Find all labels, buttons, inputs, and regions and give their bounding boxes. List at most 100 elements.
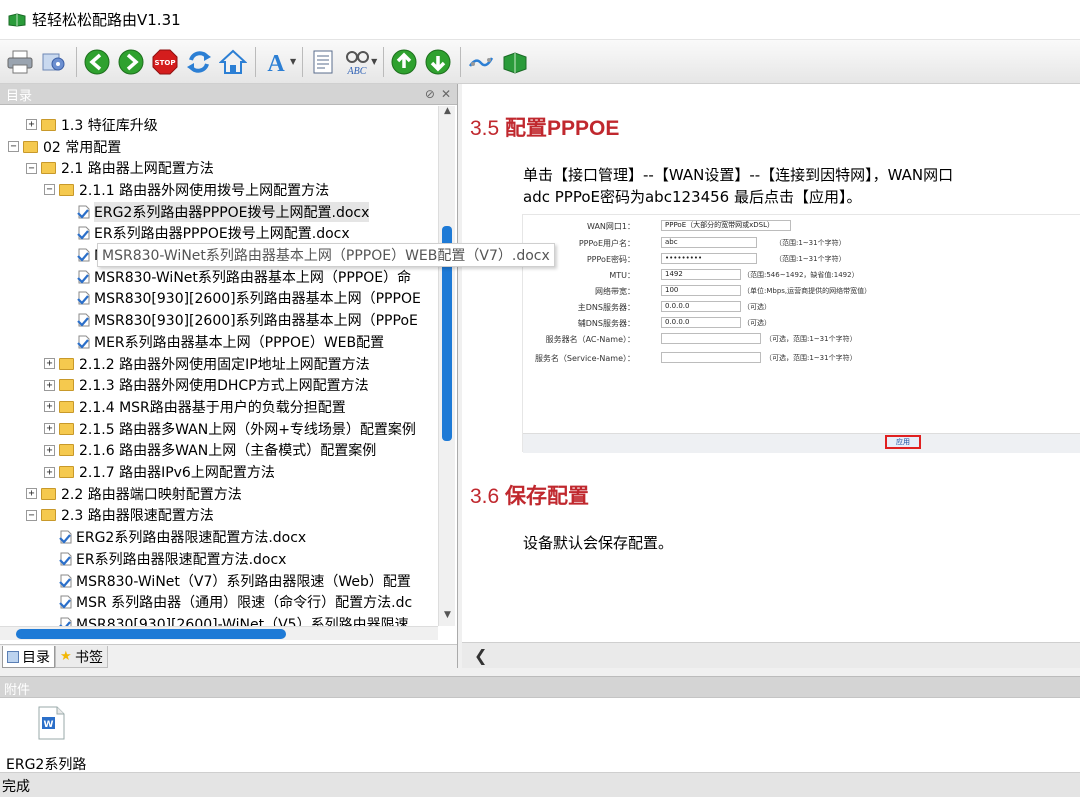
folder-icon	[41, 118, 56, 131]
refresh-button[interactable]	[183, 44, 215, 80]
up-icon	[391, 49, 417, 74]
expand-icon[interactable]: +	[44, 444, 55, 456]
font-button[interactable]: A	[260, 44, 292, 80]
tree-item[interactable]: +2.1.4 MSR路由器基于用户的负载分担配置	[44, 396, 346, 418]
collapse-icon[interactable]: −	[44, 184, 55, 196]
folder-icon	[59, 400, 74, 413]
scroll-up-arrow[interactable]: ▲	[439, 106, 456, 122]
spell-check-button[interactable]: ABC	[341, 44, 373, 80]
tree-item[interactable]: MSR830-WiNet系列路由器基本上网（PPPOE）命	[77, 266, 411, 288]
scroll-left-arrow[interactable]: ❮	[474, 646, 487, 665]
folder-icon	[59, 422, 74, 435]
link-button[interactable]	[465, 44, 497, 80]
tree-item[interactable]: MSR830-WiNet（V7）系列路由器限速（Web）配置	[59, 570, 411, 592]
attachment-file[interactable]: W ERG2系列路	[6, 704, 96, 773]
chevron-down-icon[interactable]: ▼	[290, 57, 296, 66]
toc-tree: +1.3 特征库升级 −02 常用配置 −2.1 路由器上网配置方法 −2.1.1 路…	[0, 106, 438, 626]
tree-item[interactable]: +2.1.3 路由器外网使用DHCP方式上网配置方法	[44, 374, 369, 396]
home-button[interactable]	[217, 44, 249, 80]
close-icon[interactable]: ✕	[441, 87, 451, 101]
document-icon	[59, 595, 72, 609]
expand-icon[interactable]: +	[44, 466, 55, 478]
refresh-icon	[187, 50, 211, 73]
tree-item[interactable]: ER系列路由器限速配置方法.docx	[59, 548, 286, 570]
tree-item[interactable]: +2.1.2 路由器外网使用固定IP地址上网配置方法	[44, 353, 370, 375]
form-hint: （单位:Mbps,运营商提供的网络带宽值）	[743, 287, 872, 295]
down-button[interactable]	[422, 44, 454, 80]
toc-header-label: 目录	[6, 88, 33, 104]
settings-button[interactable]	[38, 44, 70, 80]
document-icon	[59, 617, 72, 626]
collapse-icon[interactable]: −	[26, 509, 37, 521]
expand-icon[interactable]: +	[44, 401, 55, 413]
collapse-icon[interactable]: −	[26, 162, 37, 174]
tree-item[interactable]: MSR830[930][2600]系列路由器基本上网（PPPOE	[77, 288, 421, 310]
expand-icon[interactable]: +	[44, 358, 55, 370]
section-heading-3-6: 3.6 保存配置	[470, 480, 589, 510]
tree-item-label: 2.1.7 路由器IPv6上网配置方法	[79, 465, 275, 482]
tree-item[interactable]: +2.1.7 路由器IPv6上网配置方法	[44, 461, 275, 483]
home-icon	[219, 49, 247, 74]
tree-item[interactable]: MER系列路由器基本上网（PPPOE）WEB配置	[77, 331, 384, 353]
tree-item[interactable]: − 02 常用配置	[8, 136, 121, 158]
document-icon	[77, 270, 90, 284]
back-button[interactable]	[81, 44, 113, 80]
tree-item[interactable]: − 2.3 路由器限速配置方法	[26, 505, 214, 527]
tree-item[interactable]: ERG2系列路由器限速配置方法.docx	[59, 526, 306, 548]
tree-item[interactable]: MSR 系列路由器（通用）限速（命令行）配置方法.dc	[59, 591, 412, 613]
folder-icon	[41, 162, 56, 175]
form-select: PPPoE（大部分的宽带网或xDSL）	[661, 220, 791, 231]
tooltip: MSR830-WiNet系列路由器基本上网（PPPOE）WEB配置（V7）.do…	[97, 243, 555, 267]
app-window: 轻轻松松配路由V1.31 STOP A ▼ ABC ▼ 目录 ⊘ ✕ +1.3 特…	[0, 0, 1080, 797]
attachments-panel: W ERG2系列路	[0, 698, 1080, 773]
tree-item-label: 2.1 路由器上网配置方法	[61, 161, 214, 178]
heading-text: 配置PPPOE	[505, 117, 620, 140]
tab-bookmarks[interactable]: ★ 书签	[55, 646, 108, 668]
tab-toc[interactable]: 目录	[2, 646, 55, 668]
font-icon: A	[267, 51, 285, 76]
folder-icon	[41, 487, 56, 500]
expand-icon[interactable]: +	[44, 423, 55, 435]
forward-button[interactable]	[115, 44, 147, 80]
tree-item-label: 1.3 特征库升级	[61, 117, 158, 134]
document-view: 3.5 配置PPPOE 单击【接口管理】--【WAN设置】--【连接到因特网】，…	[462, 84, 1080, 642]
stop-icon: STOP	[152, 49, 178, 74]
up-button[interactable]	[388, 44, 420, 80]
document-icon	[77, 226, 90, 240]
print-icon	[7, 50, 33, 73]
tree-item[interactable]: +1.3 特征库升级	[26, 114, 158, 136]
scrollbar-thumb[interactable]	[16, 629, 286, 639]
tree-item[interactable]: MSR830[930][2600]-WiNet（V5）系列路由器限速	[59, 613, 409, 626]
scroll-down-arrow[interactable]: ▼	[439, 610, 456, 626]
bookshelf-button[interactable]	[499, 44, 531, 80]
pin-icon[interactable]: ⊘	[425, 87, 435, 101]
tree-item[interactable]: ER系列路由器PPPOE拨号上网配置.docx	[77, 223, 350, 245]
tree-item[interactable]: ERG2系列路由器PPPOE拨号上网配置.docx	[77, 201, 370, 223]
collapse-icon[interactable]: −	[8, 141, 19, 153]
tree-item-label: 2.1.3 路由器外网使用DHCP方式上网配置方法	[79, 378, 369, 395]
notes-button[interactable]	[307, 44, 339, 80]
horizontal-scrollbar[interactable]	[0, 626, 438, 640]
tree-item-label: ER系列路由器限速配置方法.docx	[76, 551, 287, 568]
vertical-scrollbar[interactable]: ▲ ▼	[438, 106, 455, 626]
tree-item-label: MSR 系列路由器（通用）限速（命令行）配置方法.dc	[76, 595, 413, 612]
notes-icon	[313, 50, 333, 73]
chevron-down-icon[interactable]: ▼	[371, 57, 377, 66]
tree-item[interactable]: +2.2 路由器端口映射配置方法	[26, 483, 242, 505]
tree-item[interactable]: +2.1.6 路由器多WAN上网（主备模式）配置案例	[44, 440, 376, 462]
tree-item[interactable]: − 2.1 路由器上网配置方法	[26, 157, 214, 179]
stop-button[interactable]: STOP	[149, 44, 181, 80]
expand-icon[interactable]: +	[44, 379, 55, 391]
tree-item-label: 2.1.5 路由器多WAN上网（外网+专线场景）配置案例	[79, 421, 416, 438]
form-label: WAN网口1：	[586, 222, 635, 231]
tree-item[interactable]: − 2.1.1 路由器外网使用拨号上网配置方法	[44, 179, 329, 201]
form-hint: （可选）	[743, 303, 771, 311]
tree-item[interactable]: +2.1.5 路由器多WAN上网（外网+专线场景）配置案例	[44, 418, 416, 440]
form-hint: （范围:1~31个字符）	[775, 239, 846, 247]
expand-icon[interactable]: +	[26, 488, 37, 500]
form-hint: （范围:546~1492，缺省值:1492）	[743, 271, 859, 279]
print-button[interactable]	[4, 44, 36, 80]
expand-icon[interactable]: +	[26, 119, 37, 131]
svg-text:W: W	[44, 720, 54, 730]
tree-item[interactable]: MSR830[930][2600]系列路由器基本上网（PPPoE	[77, 309, 418, 331]
